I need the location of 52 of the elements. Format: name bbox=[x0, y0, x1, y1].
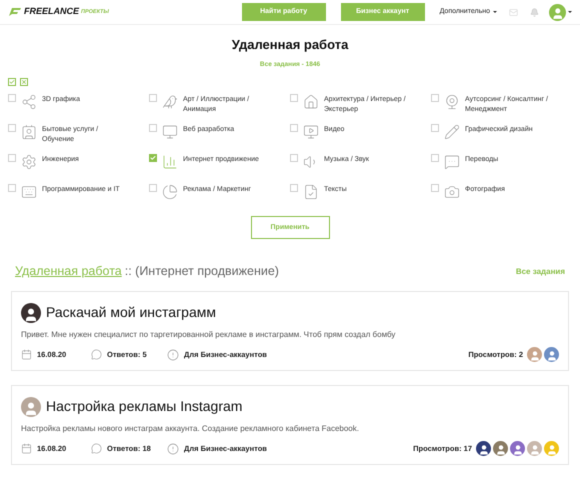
checkbox[interactable] bbox=[8, 124, 16, 132]
checkbox[interactable] bbox=[431, 124, 439, 132]
calendar-icon bbox=[21, 349, 32, 360]
logo-text[interactable]: FREELANCE bbox=[24, 5, 80, 19]
exclamation-icon bbox=[167, 442, 179, 454]
id-card-icon bbox=[21, 124, 37, 140]
checkbox[interactable] bbox=[8, 94, 16, 102]
chat-icon bbox=[444, 154, 460, 170]
caret-icon bbox=[493, 11, 497, 13]
comment-icon bbox=[91, 349, 102, 360]
pie-chart-icon bbox=[162, 184, 178, 200]
pencil-icon bbox=[444, 124, 460, 140]
checkbox[interactable] bbox=[149, 124, 157, 132]
video-icon bbox=[303, 124, 319, 140]
webcam-icon bbox=[444, 94, 460, 110]
exclamation-icon bbox=[167, 348, 179, 360]
checkbox[interactable] bbox=[149, 184, 157, 192]
checkbox[interactable] bbox=[290, 184, 298, 192]
bird-icon bbox=[162, 94, 178, 110]
checkbox[interactable] bbox=[8, 154, 16, 162]
caret-icon[interactable] bbox=[568, 11, 572, 13]
task-title[interactable]: Настройка рекламы Instagram bbox=[46, 396, 242, 417]
select-all-toggle[interactable] bbox=[8, 78, 16, 86]
task-description: Настройка рекламы нового инстаграм аккаунта. Создание рекламного кабинета Facebook. bbox=[21, 423, 360, 435]
checkbox[interactable] bbox=[290, 94, 298, 102]
section-category: :: (Интернет продвижение) bbox=[124, 263, 279, 280]
monitor-icon bbox=[162, 124, 178, 140]
task-title[interactable]: Раскачай мой инстаграмм bbox=[46, 302, 216, 323]
user-avatar bbox=[549, 4, 566, 20]
logo-icon bbox=[8, 7, 22, 17]
checkbox[interactable] bbox=[431, 94, 439, 102]
bell-icon[interactable] bbox=[530, 8, 539, 16]
checkbox[interactable] bbox=[431, 154, 439, 162]
checkbox[interactable] bbox=[290, 154, 298, 162]
nodes-icon bbox=[21, 94, 37, 110]
gear-icon bbox=[21, 154, 37, 170]
task-description: Привет. Мне нужен специалист по таргетированной рекламе в инстаграмм. Чтоб прям создал бомбу bbox=[21, 329, 396, 341]
checkbox[interactable] bbox=[290, 124, 298, 132]
checkbox[interactable] bbox=[8, 184, 16, 192]
keyboard-icon bbox=[21, 184, 37, 200]
camera-icon bbox=[444, 184, 460, 200]
document-icon bbox=[303, 184, 319, 200]
bar-chart-icon bbox=[162, 154, 178, 170]
checkbox[interactable] bbox=[149, 94, 157, 102]
calendar-icon bbox=[21, 443, 32, 454]
checkbox[interactable] bbox=[431, 184, 439, 192]
comment-icon bbox=[91, 443, 102, 454]
checkbox[interactable] bbox=[149, 154, 157, 162]
page-title: Удаленная работа bbox=[232, 36, 348, 54]
mail-icon[interactable] bbox=[509, 8, 518, 16]
clear-all-toggle[interactable] bbox=[20, 78, 28, 86]
house-icon bbox=[303, 94, 319, 110]
